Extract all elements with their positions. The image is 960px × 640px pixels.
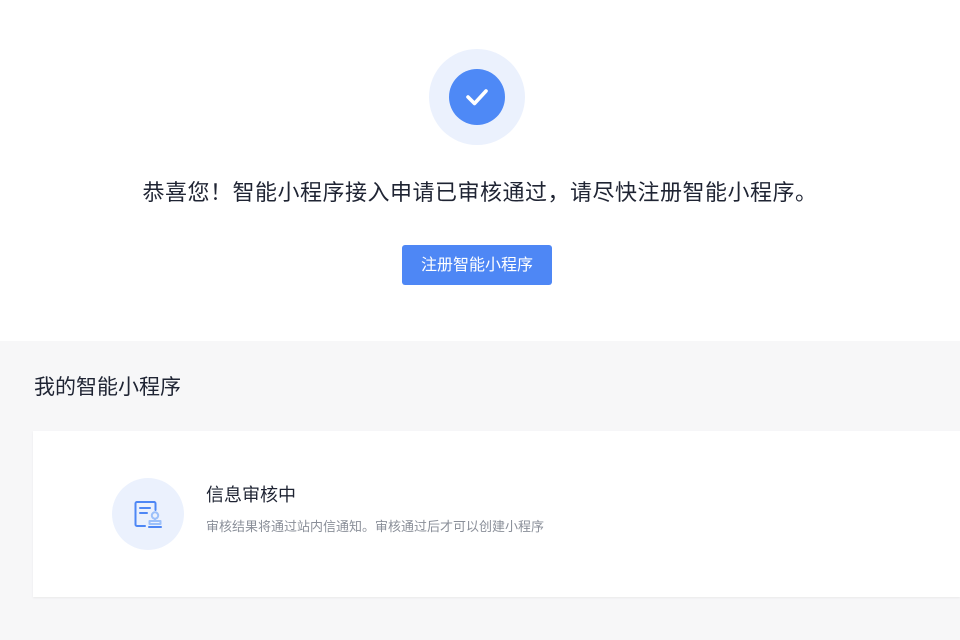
check-icon [466,89,488,106]
review-document-icon [134,501,162,528]
my-mini-programs-section: 我的智能小程序 信息审核中 审核结果将通过站内信通知。审核通过后才可以创建小程序 [0,341,960,640]
success-icon-halo [429,49,525,145]
approval-message: 恭喜您！智能小程序接入申请已审核通过，请尽快注册智能小程序。 [142,181,818,206]
review-status-description: 审核结果将通过站内信通知。审核通过后才可以创建小程序 [206,520,545,535]
review-status-card: 信息审核中 审核结果将通过站内信通知。审核通过后才可以创建小程序 [33,431,960,597]
success-panel: 恭喜您！智能小程序接入申请已审核通过，请尽快注册智能小程序。 注册智能小程序 [0,0,960,341]
register-mini-program-button[interactable]: 注册智能小程序 [402,245,552,285]
review-status-title: 信息审核中 [206,485,296,506]
review-status-icon-halo [112,478,184,550]
success-check-circle [449,69,505,125]
section-title: 我的智能小程序 [34,375,181,399]
